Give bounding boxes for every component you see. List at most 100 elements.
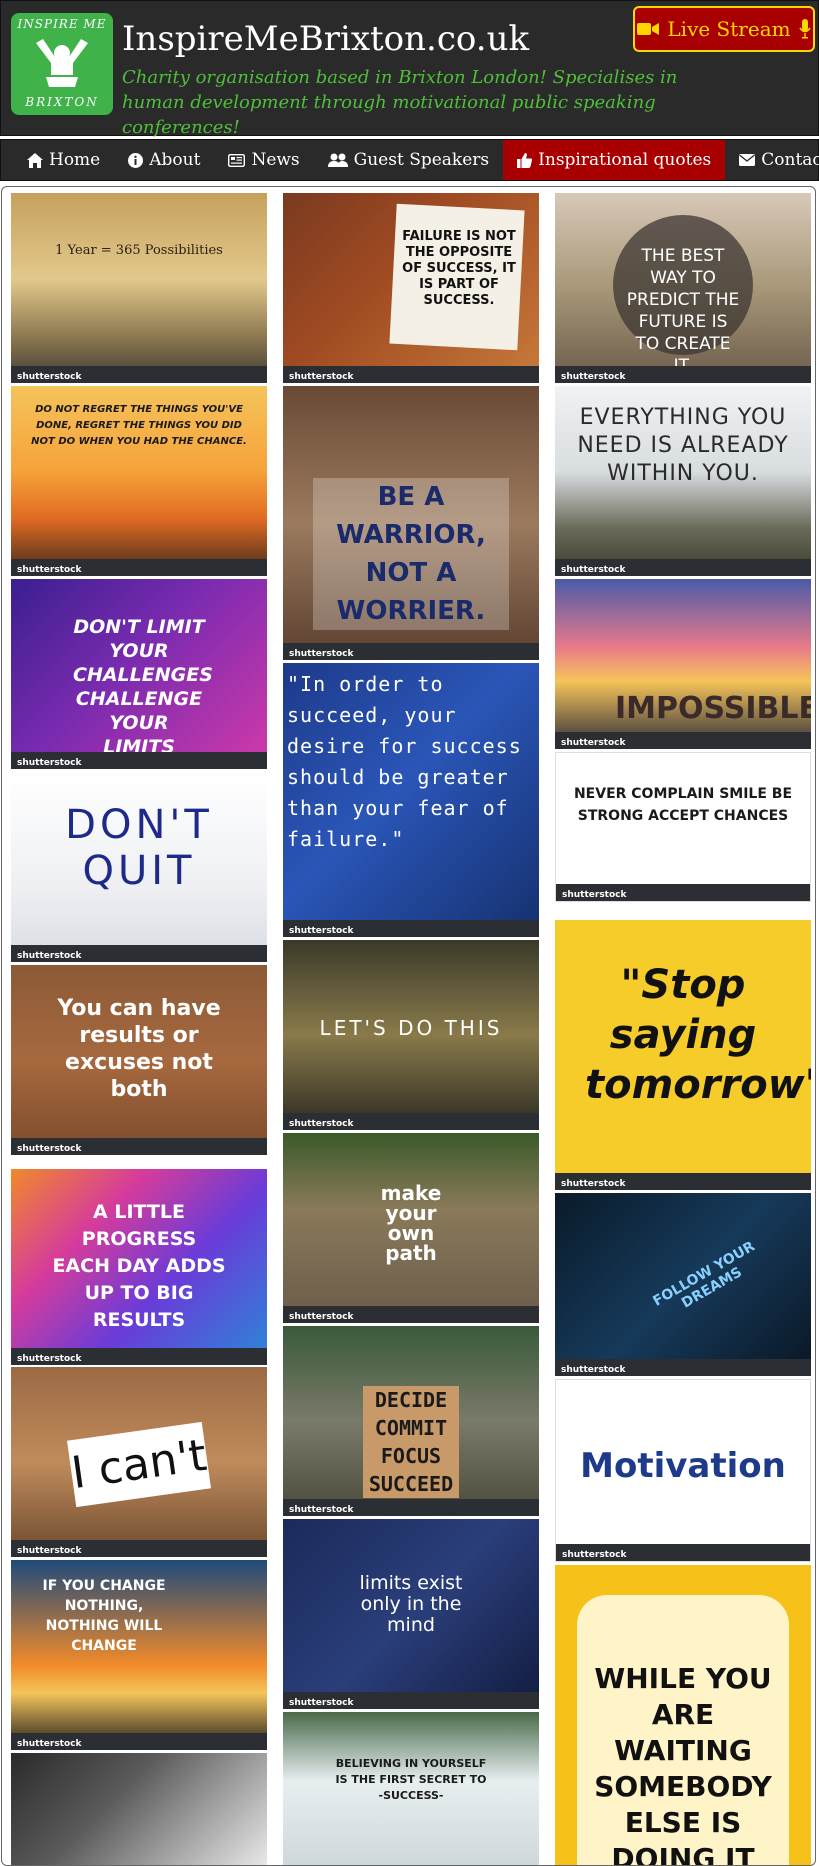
quote-text: I can't <box>66 1421 212 1508</box>
microphone-icon <box>798 19 811 39</box>
quote-image[interactable]: FOLLOW YOUR DREAMS shutterstock <box>555 1193 811 1376</box>
quote-image[interactable]: BE A WARRIOR, NOT A WORRIER. shutterstoc… <box>283 386 539 660</box>
watermark-bar: shutterstock <box>283 1113 539 1130</box>
quotes-gallery: 1 Year = 365 Possibilities shutterstock … <box>1 186 816 1866</box>
quote-text: limits exist only in the mind <box>359 1572 463 1636</box>
watermark: shutterstock <box>561 372 626 382</box>
quote-text: EVERYTHING YOU NEED IS ALREADY WITHIN YO… <box>577 405 789 486</box>
quote-text: BE A WARRIOR, NOT A WORRIER. <box>313 478 509 630</box>
quote-text: DON'T QUIT <box>65 802 213 894</box>
info-icon <box>128 152 144 168</box>
watermark-bar: shutterstock <box>11 1348 267 1365</box>
quote-text: You can have results or excuses not both <box>57 996 221 1102</box>
quote-text: make your own path <box>380 1181 442 1265</box>
watermark-bar: shutterstock <box>283 643 539 660</box>
logo-text-top: INSPIRE ME <box>17 17 107 31</box>
quote-image[interactable]: WHILE YOU ARE WAITING SOMEBODY ELSE IS D… <box>555 1565 811 1865</box>
quote-text: "Stop saying tomorrow" <box>585 962 811 1108</box>
quote-image[interactable] <box>11 1753 267 1865</box>
quote-image[interactable]: A LITTLE PROGRESS EACH DAY ADDS UP TO BI… <box>11 1169 267 1365</box>
quote-image[interactable]: DECIDE COMMIT FOCUS SUCCEED shutterstock <box>283 1326 539 1516</box>
quote-image[interactable]: "In order to succeed, your desire for su… <box>283 663 539 937</box>
watermark: shutterstock <box>289 1698 354 1708</box>
site-tagline: Charity organisation based in Brixton Lo… <box>122 67 678 138</box>
quote-image[interactable]: limits exist only in the mind shuttersto… <box>283 1519 539 1709</box>
quote-text: THE BEST WAY TO PREDICT THE FUTURE IS TO… <box>626 246 740 376</box>
watermark: shutterstock <box>17 565 82 575</box>
watermark-bar: shutterstock <box>283 366 539 383</box>
quote-image[interactable]: make your own path shutterstock <box>283 1133 539 1323</box>
quote-image[interactable]: FAILURE IS NOT THE OPPOSITE OF SUCCESS, … <box>283 193 539 383</box>
quote-text: DON'T LIMIT YOUR CHALLENGES CHALLENGE YO… <box>73 616 213 758</box>
watermark-bar: shutterstock <box>283 1692 539 1709</box>
quote-image[interactable]: DO NOT REGRET THE THINGS YOU'VE DONE, RE… <box>11 386 267 576</box>
watermark-bar: shutterstock <box>283 1499 539 1516</box>
nav-contact[interactable]: Contact <box>725 140 819 180</box>
main-nav: Home About News Guest Speakers Inspirati… <box>0 139 819 181</box>
watermark: shutterstock <box>17 1739 82 1749</box>
quote-image[interactable]: 1 Year = 365 Possibilities shutterstock <box>11 193 267 383</box>
watermark: shutterstock <box>17 1354 82 1364</box>
site-logo[interactable]: INSPIRE ME BRIXTON <box>11 13 113 115</box>
watermark: shutterstock <box>17 1144 82 1154</box>
watermark: shutterstock <box>289 1312 354 1322</box>
watermark: shutterstock <box>562 890 627 900</box>
live-stream-button[interactable]: Live Stream <box>633 6 815 52</box>
watermark: shutterstock <box>289 372 354 382</box>
watermark-bar: shutterstock <box>556 1544 810 1561</box>
quote-text: "In order to succeed, your desire for su… <box>287 672 522 851</box>
quote-text: DO NOT REGRET THE THINGS YOU'VE DONE, RE… <box>31 404 247 447</box>
watermark: shutterstock <box>17 758 82 768</box>
quote-image[interactable]: LET'S DO THIS shutterstock <box>283 940 539 1130</box>
quote-image[interactable]: DON'T QUIT shutterstock <box>11 772 267 962</box>
home-icon <box>27 152 43 168</box>
nav-contact-label: Contact <box>761 150 819 170</box>
quote-image[interactable]: IMPOSSIBLE shutterstock <box>555 579 811 749</box>
watermark-bar: shutterstock <box>11 752 267 769</box>
quote-image[interactable]: IF YOU CHANGE NOTHING, NOTHING WILL CHAN… <box>11 1560 267 1750</box>
watermark: shutterstock <box>289 649 354 659</box>
watermark: shutterstock <box>17 951 82 961</box>
watermark: shutterstock <box>289 1505 354 1515</box>
nav-home[interactable]: Home <box>13 140 114 180</box>
quote-image[interactable]: NEVER COMPLAIN SMILE BE STRONG ACCEPT CH… <box>555 752 811 902</box>
watermark: shutterstock <box>561 1365 626 1375</box>
thumbs-up-icon <box>517 152 533 168</box>
nav-guest-speakers[interactable]: Guest Speakers <box>314 140 504 180</box>
newspaper-icon <box>228 153 246 167</box>
watermark: shutterstock <box>561 565 626 575</box>
video-camera-icon <box>637 23 660 35</box>
watermark-bar: shutterstock <box>555 1359 811 1376</box>
quote-text: Motivation <box>580 1446 786 1486</box>
nav-about[interactable]: About <box>114 140 214 180</box>
watermark-bar: shutterstock <box>11 1138 267 1155</box>
watermark: shutterstock <box>289 1119 354 1129</box>
quote-image[interactable]: THE BEST WAY TO PREDICT THE FUTURE IS TO… <box>555 193 811 383</box>
watermark: shutterstock <box>289 926 354 936</box>
quote-image[interactable]: You can have results or excuses not both… <box>11 965 267 1155</box>
watermark-bar: shutterstock <box>555 732 811 749</box>
nav-news-label: News <box>251 150 300 170</box>
watermark-bar: shutterstock <box>11 366 267 383</box>
watermark-bar: shutterstock <box>11 559 267 576</box>
quote-image[interactable]: DON'T LIMIT YOUR CHALLENGES CHALLENGE YO… <box>11 579 267 769</box>
quote-image[interactable]: "Stop saying tomorrow" shutterstock <box>555 920 811 1190</box>
watermark: shutterstock <box>561 738 626 748</box>
quote-image[interactable]: EVERYTHING YOU NEED IS ALREADY WITHIN YO… <box>555 386 811 576</box>
site-title[interactable]: InspireMeBrixton.co.uk <box>122 19 529 59</box>
users-icon <box>327 153 348 167</box>
live-stream-label: Live Stream <box>667 17 791 41</box>
quote-image[interactable]: Motivation shutterstock <box>555 1379 811 1562</box>
nav-news[interactable]: News <box>214 140 313 180</box>
watermark-bar: shutterstock <box>11 1733 267 1750</box>
quote-text: IF YOU CHANGE NOTHING, NOTHING WILL CHAN… <box>42 1578 166 1654</box>
quote-image[interactable]: BELIEVING IN YOURSELF IS THE FIRST SECRE… <box>283 1712 539 1865</box>
envelope-icon <box>739 154 756 166</box>
quote-image[interactable]: I can't shutterstock <box>11 1367 267 1557</box>
nav-inspirational-quotes[interactable]: Inspirational quotes <box>503 140 726 180</box>
watermark-bar: shutterstock <box>555 1173 811 1190</box>
quote-text: A LITTLE PROGRESS EACH DAY ADDS UP TO BI… <box>52 1201 226 1331</box>
nav-home-label: Home <box>49 150 101 170</box>
watermark: shutterstock <box>17 1546 82 1556</box>
site-header: INSPIRE ME BRIXTON InspireMeBrixton.co.u… <box>0 0 819 138</box>
